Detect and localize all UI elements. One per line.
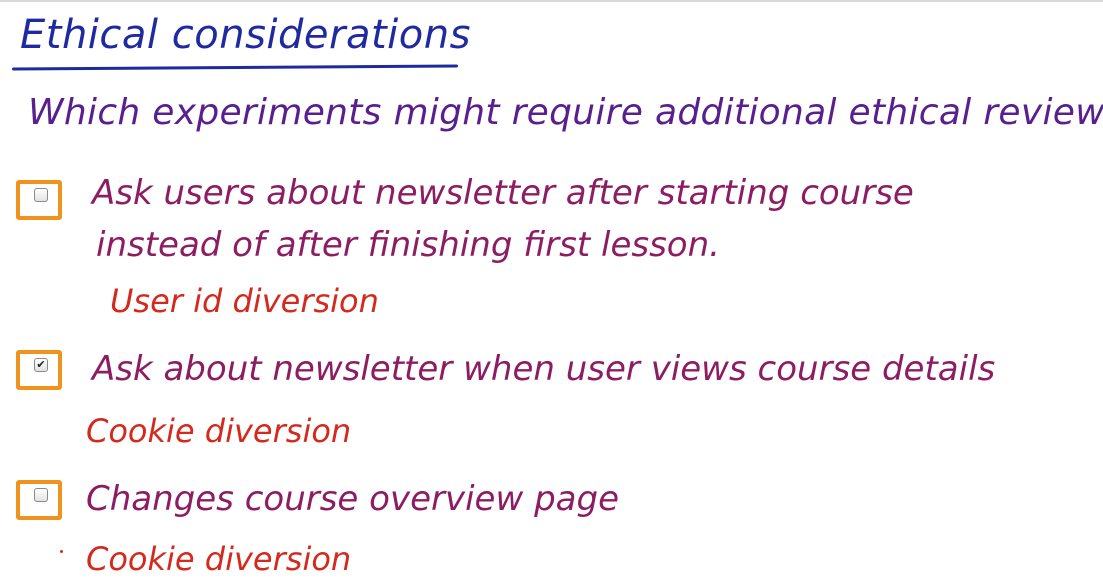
- ink-dot: [60, 550, 63, 553]
- question-text: Which experiments might require addition…: [28, 92, 1103, 133]
- top-divider: [0, 0, 1103, 2]
- option-3-answer: Cookie diversion: [86, 540, 352, 578]
- option-3-line-1: Changes course overview page: [86, 479, 619, 519]
- option-1-line-2: instead of after finishing first lesson.: [96, 225, 720, 265]
- option-3-checkbox[interactable]: [34, 488, 48, 502]
- page-title: Ethical considerations: [20, 12, 471, 58]
- option-2: ✔ Ask about newsletter when user views c…: [0, 340, 1103, 460]
- option-2-line-1: Ask about newsletter when user views cou…: [92, 349, 996, 389]
- title-underline: [11, 64, 459, 71]
- option-3-checkbox-frame: [16, 480, 62, 520]
- option-2-checkbox-frame: ✔: [16, 350, 62, 390]
- option-3: Changes course overview page Cookie dive…: [0, 470, 1103, 588]
- option-1-checkbox-frame: [16, 180, 62, 220]
- option-1: Ask users about newsletter after startin…: [0, 170, 1103, 330]
- option-1-checkbox[interactable]: [34, 188, 48, 202]
- checkmark-icon: ✔: [36, 358, 46, 371]
- option-2-answer: Cookie diversion: [86, 412, 352, 450]
- option-1-answer: User id diversion: [110, 282, 379, 320]
- option-1-line-1: Ask users about newsletter after startin…: [92, 173, 914, 213]
- option-2-checkbox[interactable]: ✔: [34, 358, 48, 372]
